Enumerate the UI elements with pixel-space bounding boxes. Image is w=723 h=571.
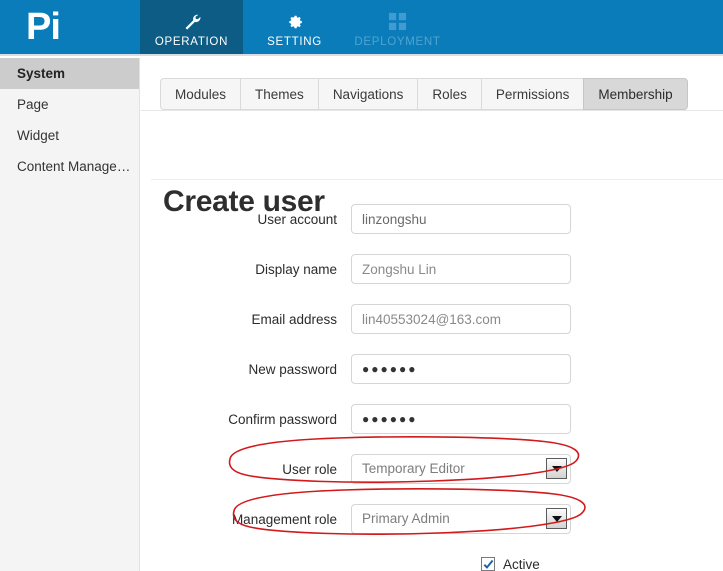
new-password-input[interactable] (351, 354, 571, 384)
tab-permissions[interactable]: Permissions (480, 78, 584, 110)
top-navigation-bar: Pi OPERATION SETTING DEPLOYMENT (0, 0, 723, 56)
tab-bar: Modules Themes Navigations Roles Permiss… (141, 75, 688, 110)
tab-themes-label: Themes (255, 86, 304, 102)
tab-themes[interactable]: Themes (240, 78, 318, 110)
user-role-select-wrapper: Temporary Editor (351, 454, 571, 484)
content-panel: Modules Themes Navigations Roles Permiss… (141, 58, 723, 571)
sidebar-item-widget[interactable]: Widget (0, 120, 139, 151)
active-checkbox[interactable] (481, 557, 495, 571)
sidebar-item-system[interactable]: System (0, 58, 139, 89)
management-role-label: Management role (231, 511, 337, 527)
new-password-label: New password (248, 361, 337, 377)
user-role-label: User role (282, 461, 337, 477)
form-row-management-role: Management role Primary Admin (141, 494, 723, 544)
user-role-select[interactable]: Temporary Editor (351, 454, 571, 484)
email-address-label: Email address (251, 311, 337, 327)
sidebar-item-content-manage[interactable]: Content Manage… (0, 151, 139, 182)
form-row-confirm-password: Confirm password (141, 394, 723, 444)
tab-permissions-label: Permissions (495, 86, 570, 102)
nav-item-operation[interactable]: OPERATION (140, 0, 243, 54)
user-account-input[interactable] (351, 204, 571, 234)
tab-modules[interactable]: Modules (160, 78, 241, 110)
create-user-form: User account Display name Email address … (141, 194, 723, 571)
sidebar-item-system-label: System (17, 66, 66, 81)
tab-navigations-label: Navigations (332, 86, 404, 102)
sidebar: System Page Widget Content Manage… (0, 58, 140, 571)
tab-modules-label: Modules (175, 86, 227, 102)
tab-membership-label: Membership (598, 86, 673, 102)
user-role-dropdown-button[interactable] (546, 458, 567, 479)
nav-item-operation-label: OPERATION (154, 35, 229, 48)
display-name-label: Display name (255, 261, 337, 277)
sidebar-item-page-label: Page (17, 97, 49, 112)
tab-roles[interactable]: Roles (417, 78, 481, 110)
sidebar-item-content-manage-label: Content Manage… (17, 159, 131, 174)
brand-logo[interactable]: Pi (0, 0, 140, 54)
confirm-password-input[interactable] (351, 404, 571, 434)
active-checkbox-label: Active (503, 556, 540, 571)
sidebar-item-page[interactable]: Page (0, 89, 139, 120)
checkmark-icon (483, 559, 493, 569)
app-root: Pi OPERATION SETTING DEPLOYMENT System P… (0, 0, 723, 571)
form-row-display-name: Display name (141, 244, 723, 294)
nav-item-setting[interactable]: SETTING (243, 0, 346, 54)
email-address-input[interactable] (351, 304, 571, 334)
nav-item-deployment-label: DEPLOYMENT (354, 35, 441, 48)
gear-icon (285, 11, 304, 33)
form-row-email-address: Email address (141, 294, 723, 344)
form-row-new-password: New password (141, 344, 723, 394)
sidebar-item-widget-label: Widget (17, 128, 60, 143)
chevron-down-icon (551, 465, 562, 472)
management-role-select[interactable]: Primary Admin (351, 504, 571, 534)
page-title-divider (151, 179, 723, 180)
nav-item-deployment[interactable]: DEPLOYMENT (346, 0, 449, 54)
management-role-dropdown-button[interactable] (546, 508, 567, 529)
user-account-label: User account (257, 211, 337, 227)
display-name-input[interactable] (351, 254, 571, 284)
tab-bar-divider (141, 110, 723, 111)
confirm-password-label: Confirm password (228, 411, 337, 427)
chevron-down-icon (551, 515, 562, 522)
form-row-user-account: User account (141, 194, 723, 244)
tab-roles-label: Roles (432, 86, 467, 102)
brand-logo-text: Pi (26, 6, 61, 48)
wrench-icon (182, 11, 202, 33)
nav-item-setting-label: SETTING (267, 35, 322, 48)
tab-membership[interactable]: Membership (583, 78, 688, 110)
tab-navigations[interactable]: Navigations (317, 78, 418, 110)
form-row-active: Active (141, 544, 723, 571)
grid-squares-icon (388, 11, 407, 33)
form-row-user-role: User role Temporary Editor (141, 444, 723, 494)
management-role-select-wrapper: Primary Admin (351, 504, 571, 534)
